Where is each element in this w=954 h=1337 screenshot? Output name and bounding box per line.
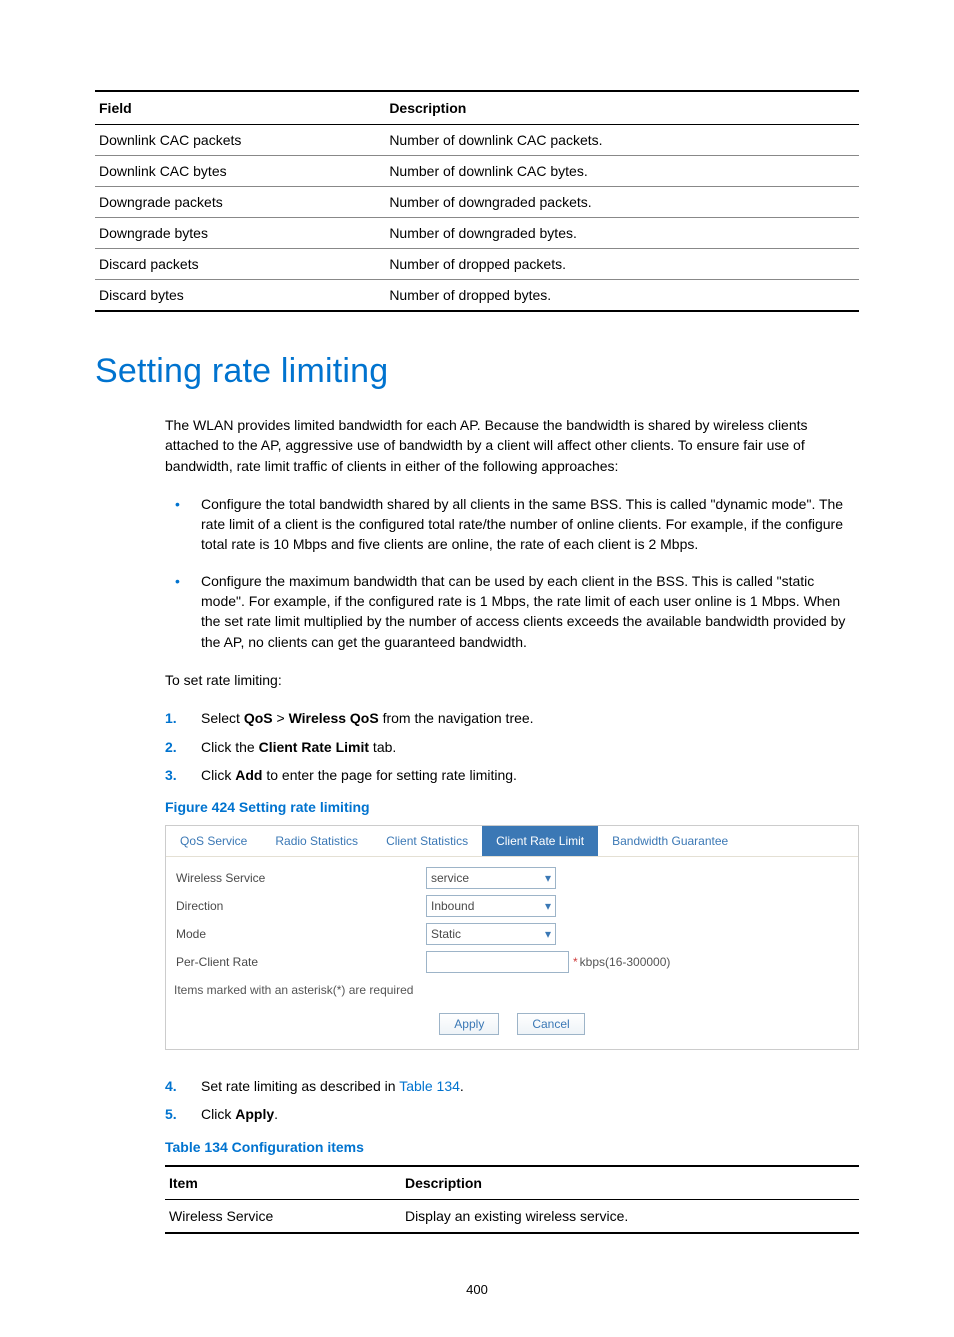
step-item: Click the Client Rate Limit tab.	[165, 737, 859, 757]
tab-client-rate-limit[interactable]: Client Rate Limit	[482, 826, 598, 856]
cell-desc: Number of downgraded packets.	[385, 187, 859, 218]
cell-desc: Number of downlink CAC packets.	[385, 125, 859, 156]
step-bold: Wireless QoS	[289, 710, 379, 726]
chevron-down-icon: ▾	[545, 927, 551, 941]
per-client-rate-label: Per-Client Rate	[174, 955, 426, 969]
step-text: from the navigation tree.	[379, 710, 534, 726]
cancel-button[interactable]: Cancel	[517, 1013, 584, 1035]
chevron-down-icon: ▾	[545, 899, 551, 913]
required-note: Items marked with an asterisk(*) are req…	[166, 981, 858, 1007]
step-item: Click Apply.	[165, 1104, 859, 1124]
cell-field: Discard bytes	[95, 280, 385, 312]
bullet-item: Configure the total bandwidth shared by …	[165, 494, 859, 555]
direction-label: Direction	[174, 899, 426, 913]
cell-desc: Number of downlink CAC bytes.	[385, 156, 859, 187]
table-link[interactable]: Table 134	[399, 1078, 460, 1094]
wireless-service-select[interactable]: service ▾	[426, 867, 556, 889]
step-bold: QoS	[244, 710, 273, 726]
cell-desc: Number of dropped bytes.	[385, 280, 859, 312]
section-heading: Setting rate limiting	[95, 352, 859, 391]
tab-client-statistics[interactable]: Client Statistics	[372, 826, 482, 856]
select-value: service	[431, 871, 469, 885]
step-item: Click Add to enter the page for setting …	[165, 765, 859, 785]
table-header-description: Description	[385, 91, 859, 125]
step-bold: Add	[235, 767, 262, 783]
step-text: Click the	[201, 739, 259, 755]
select-value: Inbound	[431, 899, 474, 913]
step-text: >	[273, 710, 289, 726]
tab-radio-statistics[interactable]: Radio Statistics	[261, 826, 372, 856]
cell-item: Wireless Service	[165, 1199, 401, 1233]
apply-button[interactable]: Apply	[439, 1013, 499, 1035]
chevron-down-icon: ▾	[545, 871, 551, 885]
wireless-service-label: Wireless Service	[174, 871, 426, 885]
cell-field: Downlink CAC packets	[95, 125, 385, 156]
table-row: Wireless Service Display an existing wir…	[165, 1199, 859, 1233]
page-number: 400	[95, 1282, 859, 1297]
table-row: Downlink CAC bytesNumber of downlink CAC…	[95, 156, 859, 187]
cell-desc: Number of dropped packets.	[385, 249, 859, 280]
table-row: Discard packetsNumber of dropped packets…	[95, 249, 859, 280]
cell-desc: Number of downgraded bytes.	[385, 218, 859, 249]
mode-select[interactable]: Static ▾	[426, 923, 556, 945]
step-bold: Client Rate Limit	[259, 739, 369, 755]
screenshot-figure: QoS Service Radio Statistics Client Stat…	[165, 825, 859, 1050]
field-description-table: Field Description Downlink CAC packetsNu…	[95, 90, 859, 312]
step-item: Select QoS > Wireless QoS from the navig…	[165, 708, 859, 728]
table-header-description: Description	[401, 1166, 859, 1200]
direction-select[interactable]: Inbound ▾	[426, 895, 556, 917]
cell-desc: Display an existing wireless service.	[401, 1199, 859, 1233]
table-row: Downgrade bytesNumber of downgraded byte…	[95, 218, 859, 249]
table-caption: Table 134 Configuration items	[165, 1139, 859, 1155]
step-item: Set rate limiting as described in Table …	[165, 1076, 859, 1096]
tab-bar: QoS Service Radio Statistics Client Stat…	[166, 826, 858, 857]
step-text: Click	[201, 1106, 235, 1122]
step-text: to enter the page for setting rate limit…	[262, 767, 516, 783]
rate-unit-helper: kbps(16-300000)	[580, 955, 671, 969]
table-row: Discard bytesNumber of dropped bytes.	[95, 280, 859, 312]
required-asterisk: *	[573, 955, 578, 969]
table-row: Downlink CAC packetsNumber of downlink C…	[95, 125, 859, 156]
intro-paragraph: The WLAN provides limited bandwidth for …	[165, 415, 859, 476]
table-row: Downgrade packetsNumber of downgraded pa…	[95, 187, 859, 218]
step-bold: Apply	[235, 1106, 274, 1122]
step-text: .	[460, 1078, 464, 1094]
step-text: Set rate limiting as described in	[201, 1078, 399, 1094]
cell-field: Downlink CAC bytes	[95, 156, 385, 187]
cell-field: Downgrade bytes	[95, 218, 385, 249]
step-text: Select	[201, 710, 244, 726]
table-header-field: Field	[95, 91, 385, 125]
lead-text: To set rate limiting:	[165, 670, 859, 690]
select-value: Static	[431, 927, 461, 941]
table-header-item: Item	[165, 1166, 401, 1200]
step-text: tab.	[369, 739, 396, 755]
cell-field: Discard packets	[95, 249, 385, 280]
cell-field: Downgrade packets	[95, 187, 385, 218]
bullet-item: Configure the maximum bandwidth that can…	[165, 571, 859, 652]
configuration-items-table: Item Description Wireless Service Displa…	[165, 1165, 859, 1234]
figure-caption: Figure 424 Setting rate limiting	[165, 799, 859, 815]
tab-bandwidth-guarantee[interactable]: Bandwidth Guarantee	[598, 826, 742, 856]
step-text: Click	[201, 767, 235, 783]
tab-qos-service[interactable]: QoS Service	[166, 826, 261, 856]
step-text: .	[274, 1106, 278, 1122]
mode-label: Mode	[174, 927, 426, 941]
per-client-rate-input[interactable]	[426, 951, 569, 973]
